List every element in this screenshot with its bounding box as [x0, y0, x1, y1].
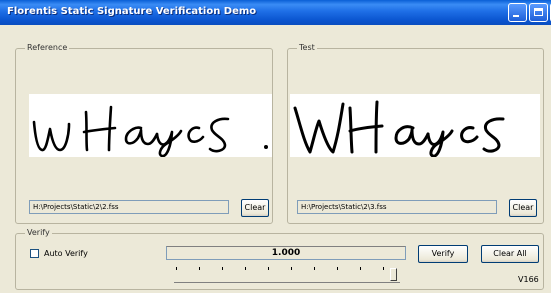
score-display: 1.000: [166, 246, 406, 260]
slider-track: [174, 282, 400, 283]
slider-tick: [337, 267, 338, 270]
test-signature-drawing: [293, 100, 505, 157]
test-signature: [290, 94, 540, 157]
reference-signature-drawing: [32, 105, 268, 157]
reference-legend: Reference: [25, 43, 70, 52]
auto-verify-label: Auto Verify: [44, 249, 88, 258]
slider-tick: [268, 267, 269, 270]
clear-all-button[interactable]: Clear All: [481, 245, 539, 263]
slider-tick: [291, 267, 292, 270]
minimize-icon: [513, 15, 519, 17]
slider-tick: [222, 267, 223, 270]
test-clear-button[interactable]: Clear: [509, 199, 537, 217]
reference-path-field: H:\Projects\Static\2\2.fss: [29, 200, 229, 214]
title-bar[interactable]: Florentis Static Signature Verification …: [0, 0, 551, 25]
test-legend: Test: [297, 43, 317, 52]
test-path-field: H:\Projects\Static\2\3.fss: [297, 200, 497, 214]
slider-tick: [245, 267, 246, 270]
version-label: V166: [518, 275, 539, 284]
slider-tick: [383, 267, 384, 270]
auto-verify-checkbox[interactable]: [30, 249, 39, 258]
window-title: Florentis Static Signature Verification …: [7, 6, 257, 17]
slider-tick: [314, 267, 315, 270]
reference-signature: [29, 94, 272, 157]
verify-legend: Verify: [25, 228, 52, 237]
maximize-icon: [534, 8, 543, 16]
slider-thumb[interactable]: [390, 268, 397, 281]
threshold-slider[interactable]: [166, 263, 406, 285]
maximize-button[interactable]: [529, 3, 548, 22]
reference-clear-button[interactable]: Clear: [241, 199, 269, 217]
slider-tick: [176, 267, 177, 270]
slider-tick: [360, 267, 361, 270]
app-window: Florentis Static Signature Verification …: [0, 0, 551, 293]
verify-button[interactable]: Verify: [418, 245, 468, 263]
slider-tick: [199, 267, 200, 270]
minimize-button[interactable]: [508, 3, 527, 22]
